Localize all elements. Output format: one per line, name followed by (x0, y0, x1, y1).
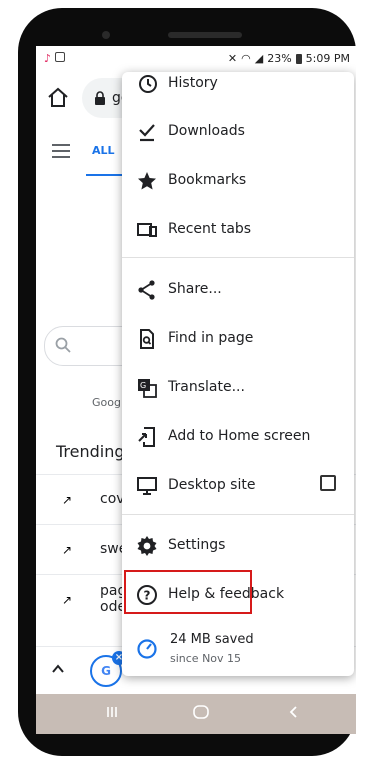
trending-up-icon: ↗ (62, 493, 73, 507)
bookmark-star-icon (138, 172, 156, 190)
menu-item-add-to-home[interactable]: Add to Home screen (122, 417, 354, 457)
tab-all[interactable]: ALL (92, 144, 115, 157)
chrome-overflow-menu: History Downloads Bookmarks Recent tabs (122, 72, 354, 676)
recent-apps-icon[interactable] (104, 704, 120, 720)
back-icon[interactable] (286, 704, 302, 720)
battery-icon (295, 53, 302, 64)
gear-icon (137, 536, 157, 556)
translate-icon: G (138, 379, 157, 398)
find-in-page-icon (140, 329, 154, 349)
menu-item-label: Translate... (168, 379, 245, 395)
menu-item-label: Help & feedback (168, 586, 285, 602)
screen: ♪ ✕ ◠ ◢ 23% 5:09 PM go ALL Googl Trendin… (36, 46, 356, 734)
home-nav-icon[interactable] (192, 704, 210, 720)
menu-item-downloads[interactable]: Downloads (122, 112, 354, 152)
home-icon (48, 87, 68, 107)
menu-item-settings[interactable]: Settings (122, 526, 354, 566)
menu-item-label: Recent tabs (168, 221, 252, 237)
menu-divider (122, 257, 354, 258)
menu-item-share[interactable]: Share... (122, 270, 354, 310)
trending-heading: Trending (56, 442, 125, 461)
tiktok-notification-icon: ♪ (44, 52, 52, 65)
google-g-icon: G (101, 664, 111, 678)
svg-text:?: ? (144, 589, 151, 603)
share-icon (138, 280, 155, 300)
menu-item-label: Share... (168, 281, 222, 297)
menu-item-label: Settings (168, 537, 226, 553)
desktop-site-checkbox[interactable] (320, 475, 336, 491)
system-nav-bar (36, 694, 356, 734)
front-camera (102, 31, 110, 39)
menu-item-label: Add to Home screen (168, 428, 311, 444)
menu-item-find-in-page[interactable]: Find in page (122, 319, 354, 359)
menu-item-translate[interactable]: G Translate... (122, 368, 354, 408)
hamburger-menu-icon[interactable] (52, 144, 70, 162)
google-tab-bubble[interactable]: G × (90, 651, 126, 687)
data-saved-amount: 24 MB saved (170, 632, 254, 647)
menu-item-desktop-site[interactable]: Desktop site (122, 466, 354, 506)
downloads-icon (139, 124, 155, 142)
desktop-icon (137, 477, 157, 495)
data-saved-since: since Nov 15 (170, 652, 242, 665)
earpiece-speaker (168, 32, 242, 38)
history-icon (139, 75, 157, 93)
data-saver-gauge-icon (137, 639, 157, 659)
trending-up-icon: ↗ (62, 593, 73, 607)
menu-item-label: Downloads (168, 123, 245, 139)
add-to-home-icon (138, 427, 155, 447)
gallery-notification-icon (55, 52, 66, 62)
chevron-up-icon[interactable] (50, 661, 66, 677)
menu-divider (122, 514, 354, 515)
menu-item-help-feedback[interactable]: ? Help & feedback (122, 575, 354, 615)
menu-item-bookmarks[interactable]: Bookmarks (122, 161, 354, 201)
google-footer-text: Googl (92, 396, 125, 409)
home-button[interactable] (46, 86, 70, 110)
svg-text:G: G (140, 381, 146, 390)
menu-item-label: Bookmarks (168, 172, 247, 188)
help-icon: ? (137, 585, 157, 605)
menu-item-recent-tabs[interactable]: Recent tabs (122, 210, 354, 250)
menu-item-label: Desktop site (168, 477, 256, 493)
trending-up-icon: ↗ (62, 543, 73, 557)
lock-icon (95, 91, 105, 105)
menu-item-label: Find in page (168, 330, 254, 346)
trending-item-text: cov (100, 491, 125, 507)
recent-tabs-icon (137, 223, 157, 237)
menu-item-data-saver[interactable]: 24 MB saved since Nov 15 (122, 624, 354, 676)
tab-all-indicator (86, 174, 122, 176)
menu-item-history[interactable]: History (122, 64, 354, 104)
menu-item-label: History (168, 75, 218, 91)
search-icon (55, 337, 71, 353)
